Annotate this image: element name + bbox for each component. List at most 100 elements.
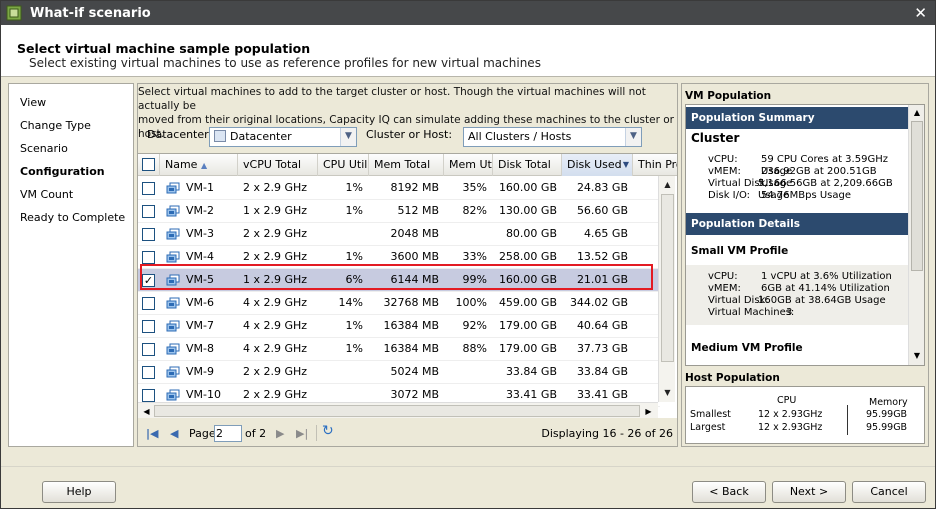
cell-name: VM-6 xyxy=(186,296,214,309)
cell-disk-used: 24.83 GB xyxy=(576,181,628,194)
column-name-label: Name xyxy=(165,158,198,171)
step-ready-to-complete[interactable]: Ready to Complete xyxy=(20,211,125,224)
select-all-checkbox[interactable] xyxy=(142,158,155,171)
next-button[interactable]: Next > xyxy=(772,481,846,503)
cluster-select[interactable]: All Clusters / Hosts ▼ xyxy=(463,127,642,147)
display-status: Displaying 16 - 26 of 26 xyxy=(541,427,673,440)
column-disk-used[interactable]: Disk Used ▼ xyxy=(562,154,633,176)
horizontal-scrollbar[interactable]: ◀ ▶ xyxy=(138,402,658,418)
step-scenario[interactable]: Scenario xyxy=(20,142,68,155)
page-number-input[interactable] xyxy=(214,425,242,442)
sort-ascending-icon: ▲ xyxy=(200,161,208,170)
row-checkbox[interactable] xyxy=(142,343,155,356)
row-checkbox[interactable] xyxy=(142,251,155,264)
datacenter-value: Datacenter xyxy=(230,130,292,143)
cell-name: VM-1 xyxy=(186,181,214,194)
row-checkbox[interactable] xyxy=(142,205,155,218)
cell-mem-total: 512 MB xyxy=(397,204,439,217)
column-cpu-util[interactable]: CPU Util xyxy=(318,154,369,176)
previous-page-icon[interactable]: ◀ xyxy=(170,427,178,440)
step-view[interactable]: View xyxy=(20,96,46,109)
table-row[interactable]: VM-2 1 x 2.9 GHz 1% 512 MB 82% 130.00 GB 56.60… xyxy=(138,200,660,223)
what-if-scenario-window: What-if scenario ✕ Select virtual machin… xyxy=(0,0,936,509)
scroll-thumb[interactable] xyxy=(154,405,640,417)
scroll-down-icon[interactable]: ▼ xyxy=(910,349,924,363)
chevron-down-icon[interactable]: ▼ xyxy=(340,128,356,146)
column-disk-used-label: Disk Used xyxy=(567,158,622,171)
cell-disk-used: 40.64 GB xyxy=(576,319,628,332)
table-row[interactable]: VM-8 4 x 2.9 GHz 1% 16384 MB 88% 179.00 GB 37.… xyxy=(138,338,660,361)
host-population-title: Host Population xyxy=(685,372,780,384)
column-name[interactable]: Name ▲ xyxy=(160,154,238,176)
chevron-down-icon[interactable]: ▼ xyxy=(625,128,641,146)
refresh-icon[interactable]: ↻ xyxy=(322,423,334,439)
page-label: Page xyxy=(189,427,216,440)
scroll-thumb[interactable] xyxy=(661,194,674,362)
column-mem-util[interactable]: Mem Util xyxy=(444,154,493,176)
cell-disk-total: 179.00 GB xyxy=(498,342,557,355)
paging-toolbar: |◀ ◀ Page of 2 ▶ ▶| ↻ Displaying 16 - 26… xyxy=(138,421,677,447)
cell-cpu-util: 1% xyxy=(345,319,363,332)
cell-cpu-util: 1% xyxy=(345,342,363,355)
stat-label: vCPU: xyxy=(708,154,738,165)
cell-cpu-util xyxy=(318,361,363,384)
row-checkbox[interactable] xyxy=(142,228,155,241)
cell-disk-total: 80.00 GB xyxy=(505,227,557,240)
table-row[interactable]: VM-6 4 x 2.9 GHz 14% 32768 MB 100% 459.00 GB 3… xyxy=(138,292,660,315)
vm-icon xyxy=(166,251,180,263)
close-icon[interactable]: ✕ xyxy=(914,4,927,22)
cell-disk-used: 344.02 GB xyxy=(569,296,628,309)
scroll-thumb[interactable] xyxy=(911,121,923,271)
column-thin-provisioned[interactable]: Thin Pro xyxy=(633,154,677,176)
scroll-right-icon[interactable]: ▶ xyxy=(641,404,656,418)
next-page-icon[interactable]: ▶ xyxy=(276,427,284,440)
help-button[interactable]: Help xyxy=(42,481,116,503)
vertical-scrollbar[interactable]: ▲ ▼ xyxy=(658,176,675,402)
table-row[interactable]: VM-9 2 x 2.9 GHz 5024 MB 33.84 GB 33.84 GB xyxy=(138,361,660,384)
cell-mem-util xyxy=(444,223,487,246)
table-row[interactable]: VM-1 2 x 2.9 GHz 1% 8192 MB 35% 160.00 GB 24.8… xyxy=(138,177,660,200)
cell-disk-total: 459.00 GB xyxy=(498,296,557,309)
cell-disk-used: 37.73 GB xyxy=(576,342,628,355)
cell-cpu-util: 1% xyxy=(345,204,363,217)
scroll-up-icon[interactable]: ▲ xyxy=(910,106,924,120)
cell-disk-total: 160.00 GB xyxy=(498,181,557,194)
step-change-type[interactable]: Change Type xyxy=(20,119,91,132)
stat-value: 160GB at 38.64GB Usage xyxy=(758,295,886,306)
stat-label: Disk I/O: xyxy=(708,190,751,201)
back-button[interactable]: < Back xyxy=(692,481,766,503)
cancel-button[interactable]: Cancel xyxy=(852,481,926,503)
datacenter-icon xyxy=(214,130,226,142)
title-bar: What-if scenario ✕ xyxy=(1,1,935,25)
stat-value: 1 vCPU at 3.6% Utilization xyxy=(761,271,892,282)
step-vm-count[interactable]: VM Count xyxy=(20,188,73,201)
column-disk-total[interactable]: Disk Total xyxy=(493,154,562,176)
row-checkbox[interactable] xyxy=(142,389,155,402)
last-page-icon[interactable]: ▶| xyxy=(296,427,308,440)
table-row[interactable]: VM-7 4 x 2.9 GHz 1% 16384 MB 92% 179.00 GB 40.… xyxy=(138,315,660,338)
select-all-header[interactable] xyxy=(138,154,160,176)
vm-icon xyxy=(166,297,180,309)
vm-icon xyxy=(166,228,180,240)
population-panel: VM Population Population Summary Cluster… xyxy=(681,83,929,447)
cell-cpu-util xyxy=(318,223,363,246)
row-checkbox[interactable] xyxy=(142,182,155,195)
chevron-down-icon[interactable]: ▼ xyxy=(623,154,629,175)
host-population-box: CPU Memory Smallest 12 x 2.93GHz 95.99GB… xyxy=(685,386,925,444)
first-page-icon[interactable]: |◀ xyxy=(146,427,158,440)
column-vcpu-total[interactable]: vCPU Total xyxy=(238,154,318,176)
cell-cpu-util: 14% xyxy=(338,296,363,309)
datacenter-select[interactable]: Datacenter ▼ xyxy=(209,127,357,147)
table-row[interactable]: VM-3 2 x 2.9 GHz 2048 MB 80.00 GB 4.65 GB xyxy=(138,223,660,246)
scroll-down-icon[interactable]: ▼ xyxy=(660,385,675,400)
row-checkbox[interactable] xyxy=(142,297,155,310)
row-checkbox[interactable] xyxy=(142,320,155,333)
scroll-left-icon[interactable]: ◀ xyxy=(139,404,154,418)
selected-row-highlight xyxy=(140,264,653,290)
population-scrollbar[interactable]: ▲ ▼ xyxy=(908,105,924,365)
step-configuration[interactable]: Configuration xyxy=(20,165,105,178)
row-checkbox[interactable] xyxy=(142,366,155,379)
scroll-up-icon[interactable]: ▲ xyxy=(660,177,675,192)
smallest-cpu: 12 x 2.93GHz xyxy=(758,409,823,420)
column-mem-total[interactable]: Mem Total xyxy=(369,154,444,176)
